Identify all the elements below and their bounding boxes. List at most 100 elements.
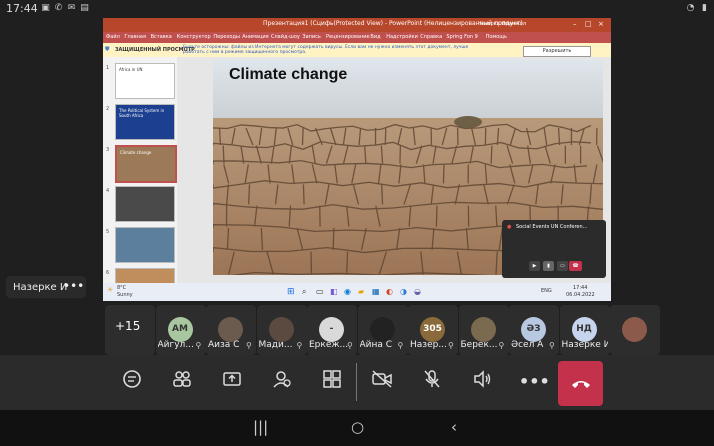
thumbnail-number: 5 bbox=[106, 229, 110, 235]
minimize-icon[interactable]: – bbox=[573, 20, 577, 28]
mic-muted-icon: ⚲ bbox=[448, 341, 454, 350]
effects-icon[interactable] bbox=[269, 369, 295, 395]
avatar bbox=[369, 317, 395, 342]
crack-line bbox=[381, 184, 384, 205]
wifi-icon: ◔ bbox=[686, 3, 695, 13]
toolbar-separator bbox=[356, 363, 357, 401]
participant-tile[interactable]: Берек... ⚲ bbox=[458, 305, 509, 355]
windows-start-icon[interactable]: ⊞ bbox=[287, 287, 295, 297]
slide-thumbnail[interactable]: The Political System in South Africa bbox=[115, 104, 175, 140]
windows-taskbar: ☀ 8°C Sunny ⊞ ⌕ ▭ ◧ ◉ ▰ ▦ ◐ ◑ ◒ ENG 17:4… bbox=[103, 283, 611, 301]
participant-tile[interactable]: НД Назерке И bbox=[559, 305, 610, 355]
weather-icon: ☀ bbox=[107, 286, 114, 294]
thumbnail-title: Climate change bbox=[120, 150, 152, 155]
mic-off-icon[interactable] bbox=[419, 369, 445, 395]
store-icon[interactable]: ▦ bbox=[372, 287, 380, 296]
android-nav-bar: ||| ○ ‹ bbox=[0, 410, 714, 446]
meeting-toolbar: ••• bbox=[0, 355, 714, 410]
ribbon-tab[interactable]: Справка bbox=[420, 34, 442, 40]
enable-editing-button[interactable]: Разрешить редактирование bbox=[523, 46, 591, 63]
mini-share-icon[interactable]: ▭ bbox=[557, 261, 568, 271]
ribbon-tab[interactable]: Конструктор bbox=[177, 34, 211, 40]
mini-camera-icon[interactable]: ▶ bbox=[529, 261, 540, 271]
more-participants-count[interactable]: +15 bbox=[115, 319, 140, 333]
back-icon[interactable]: ‹ bbox=[451, 418, 457, 436]
participant-tile[interactable]: Мади... ⚲ bbox=[256, 305, 307, 355]
close-icon[interactable]: × bbox=[598, 20, 604, 28]
battery-icon: ▮ bbox=[702, 3, 707, 13]
ribbon-tab[interactable]: Помощь bbox=[486, 34, 507, 40]
explorer-icon[interactable]: ▰ bbox=[358, 287, 364, 296]
ribbon-tab[interactable]: Рецензирование bbox=[326, 34, 370, 40]
mic-muted-icon: ⚲ bbox=[195, 341, 202, 350]
participant-tile[interactable]: +15 bbox=[105, 305, 155, 355]
participant-tile[interactable]: - Еркеж... ⚲ bbox=[307, 305, 357, 355]
teams-app-icon[interactable]: ◧ bbox=[330, 287, 338, 296]
ribbon-tab[interactable]: Вставка bbox=[151, 34, 172, 40]
crack-line bbox=[247, 184, 251, 205]
user-name: Назерке Иманжол bbox=[478, 21, 527, 27]
people-icon[interactable] bbox=[169, 369, 195, 395]
avatar: АМ bbox=[167, 317, 193, 342]
ribbon-tab[interactable]: Файл bbox=[106, 34, 120, 40]
thumbnail-number: 2 bbox=[106, 106, 110, 112]
language-indicator[interactable]: ENG bbox=[541, 288, 552, 294]
edge-icon[interactable]: ◉ bbox=[344, 287, 351, 296]
slide-thumbnail[interactable]: Africa in UN bbox=[115, 63, 175, 99]
mini-hangup-icon[interactable]: ☎ bbox=[569, 261, 582, 271]
ribbon-tab[interactable]: Анимация bbox=[242, 34, 268, 40]
ribbon-tab[interactable]: Переходы bbox=[213, 34, 240, 40]
shield-icon: ⛊ bbox=[105, 46, 110, 53]
chat-icon[interactable] bbox=[119, 369, 145, 395]
maximize-icon[interactable]: □ bbox=[585, 20, 592, 28]
slide-thumbnail[interactable] bbox=[115, 186, 175, 222]
mic-muted-icon: ⚲ bbox=[347, 341, 353, 350]
participant-tile-self[interactable]: Назерке И ••• bbox=[6, 276, 86, 298]
powerpoint-icon[interactable]: ◐ bbox=[386, 287, 393, 296]
participant-tile[interactable]: 305 Назер... ⚲ bbox=[408, 305, 458, 355]
participant-tile[interactable]: АМ Айгул... ⚲ bbox=[155, 305, 206, 355]
more-icon[interactable]: ••• bbox=[519, 369, 550, 395]
meeting-mini-window[interactable]: ● Social Events UN Conferen... ▶ ▮ ▭ ☎ bbox=[502, 220, 606, 278]
ribbon-tab[interactable]: Надстройки bbox=[386, 34, 418, 40]
avatar bbox=[218, 317, 243, 342]
slide-thumbnail[interactable] bbox=[115, 227, 175, 263]
participant-tile[interactable]: Аиза С ⚲ bbox=[206, 305, 256, 355]
ribbon-tab[interactable]: Вид bbox=[370, 34, 380, 40]
search-icon[interactable]: ⌕ bbox=[302, 287, 306, 297]
ribbon-tabs: Файл Главная Вставка Конструктор Переходы Ани… bbox=[103, 32, 611, 43]
phone-icon: ✆ bbox=[54, 3, 63, 13]
weather-temp: 8°C bbox=[117, 285, 127, 291]
ribbon-tab[interactable]: Главная bbox=[124, 34, 146, 40]
mini-mic-icon[interactable]: ▮ bbox=[543, 261, 554, 271]
word-icon[interactable]: ◑ bbox=[400, 287, 407, 296]
crack-line bbox=[332, 227, 335, 251]
layout-icon[interactable] bbox=[319, 369, 345, 395]
ribbon-tab[interactable]: Слайд-шоу bbox=[271, 34, 300, 40]
teams-icon[interactable]: ◒ bbox=[414, 287, 421, 296]
ribbon-tab[interactable]: Spring Fon 9 bbox=[446, 34, 477, 40]
participant-tile[interactable]: Айна С ⚲ bbox=[357, 305, 408, 355]
home-icon[interactable]: ○ bbox=[351, 418, 364, 436]
hangup-button[interactable] bbox=[558, 361, 603, 406]
thumbnail-number: 1 bbox=[106, 65, 110, 71]
recent-apps-icon[interactable]: ||| bbox=[253, 418, 268, 436]
participant-tile[interactable]: ӘЗ Әсел А ⚲ bbox=[509, 305, 559, 355]
avatar bbox=[622, 317, 647, 342]
more-options-icon[interactable]: ••• bbox=[63, 279, 84, 293]
camera-off-icon[interactable] bbox=[369, 369, 395, 395]
task-view-icon[interactable]: ▭ bbox=[316, 287, 324, 296]
weather-desc: Sunny bbox=[117, 292, 133, 298]
share-icon[interactable] bbox=[219, 369, 245, 395]
thumbnail-number: 4 bbox=[106, 188, 110, 194]
clock-date: 06.04.2022 bbox=[566, 292, 595, 298]
speaker-icon[interactable] bbox=[469, 369, 495, 395]
slide-thumbnails: 1 Africa in UN 2 The Political System in So… bbox=[103, 57, 177, 301]
crack-line bbox=[435, 205, 438, 227]
participant-name: Назерке И bbox=[561, 340, 608, 350]
ribbon-tab[interactable]: Запись bbox=[302, 34, 320, 40]
thumbnail-title: The Political System in South Africa bbox=[119, 108, 165, 118]
banner-message: Будьте осторожны: файлы из Интернета мог… bbox=[183, 45, 469, 55]
participant-tile[interactable] bbox=[610, 305, 660, 355]
slide-thumbnail[interactable]: Climate change bbox=[115, 145, 177, 183]
